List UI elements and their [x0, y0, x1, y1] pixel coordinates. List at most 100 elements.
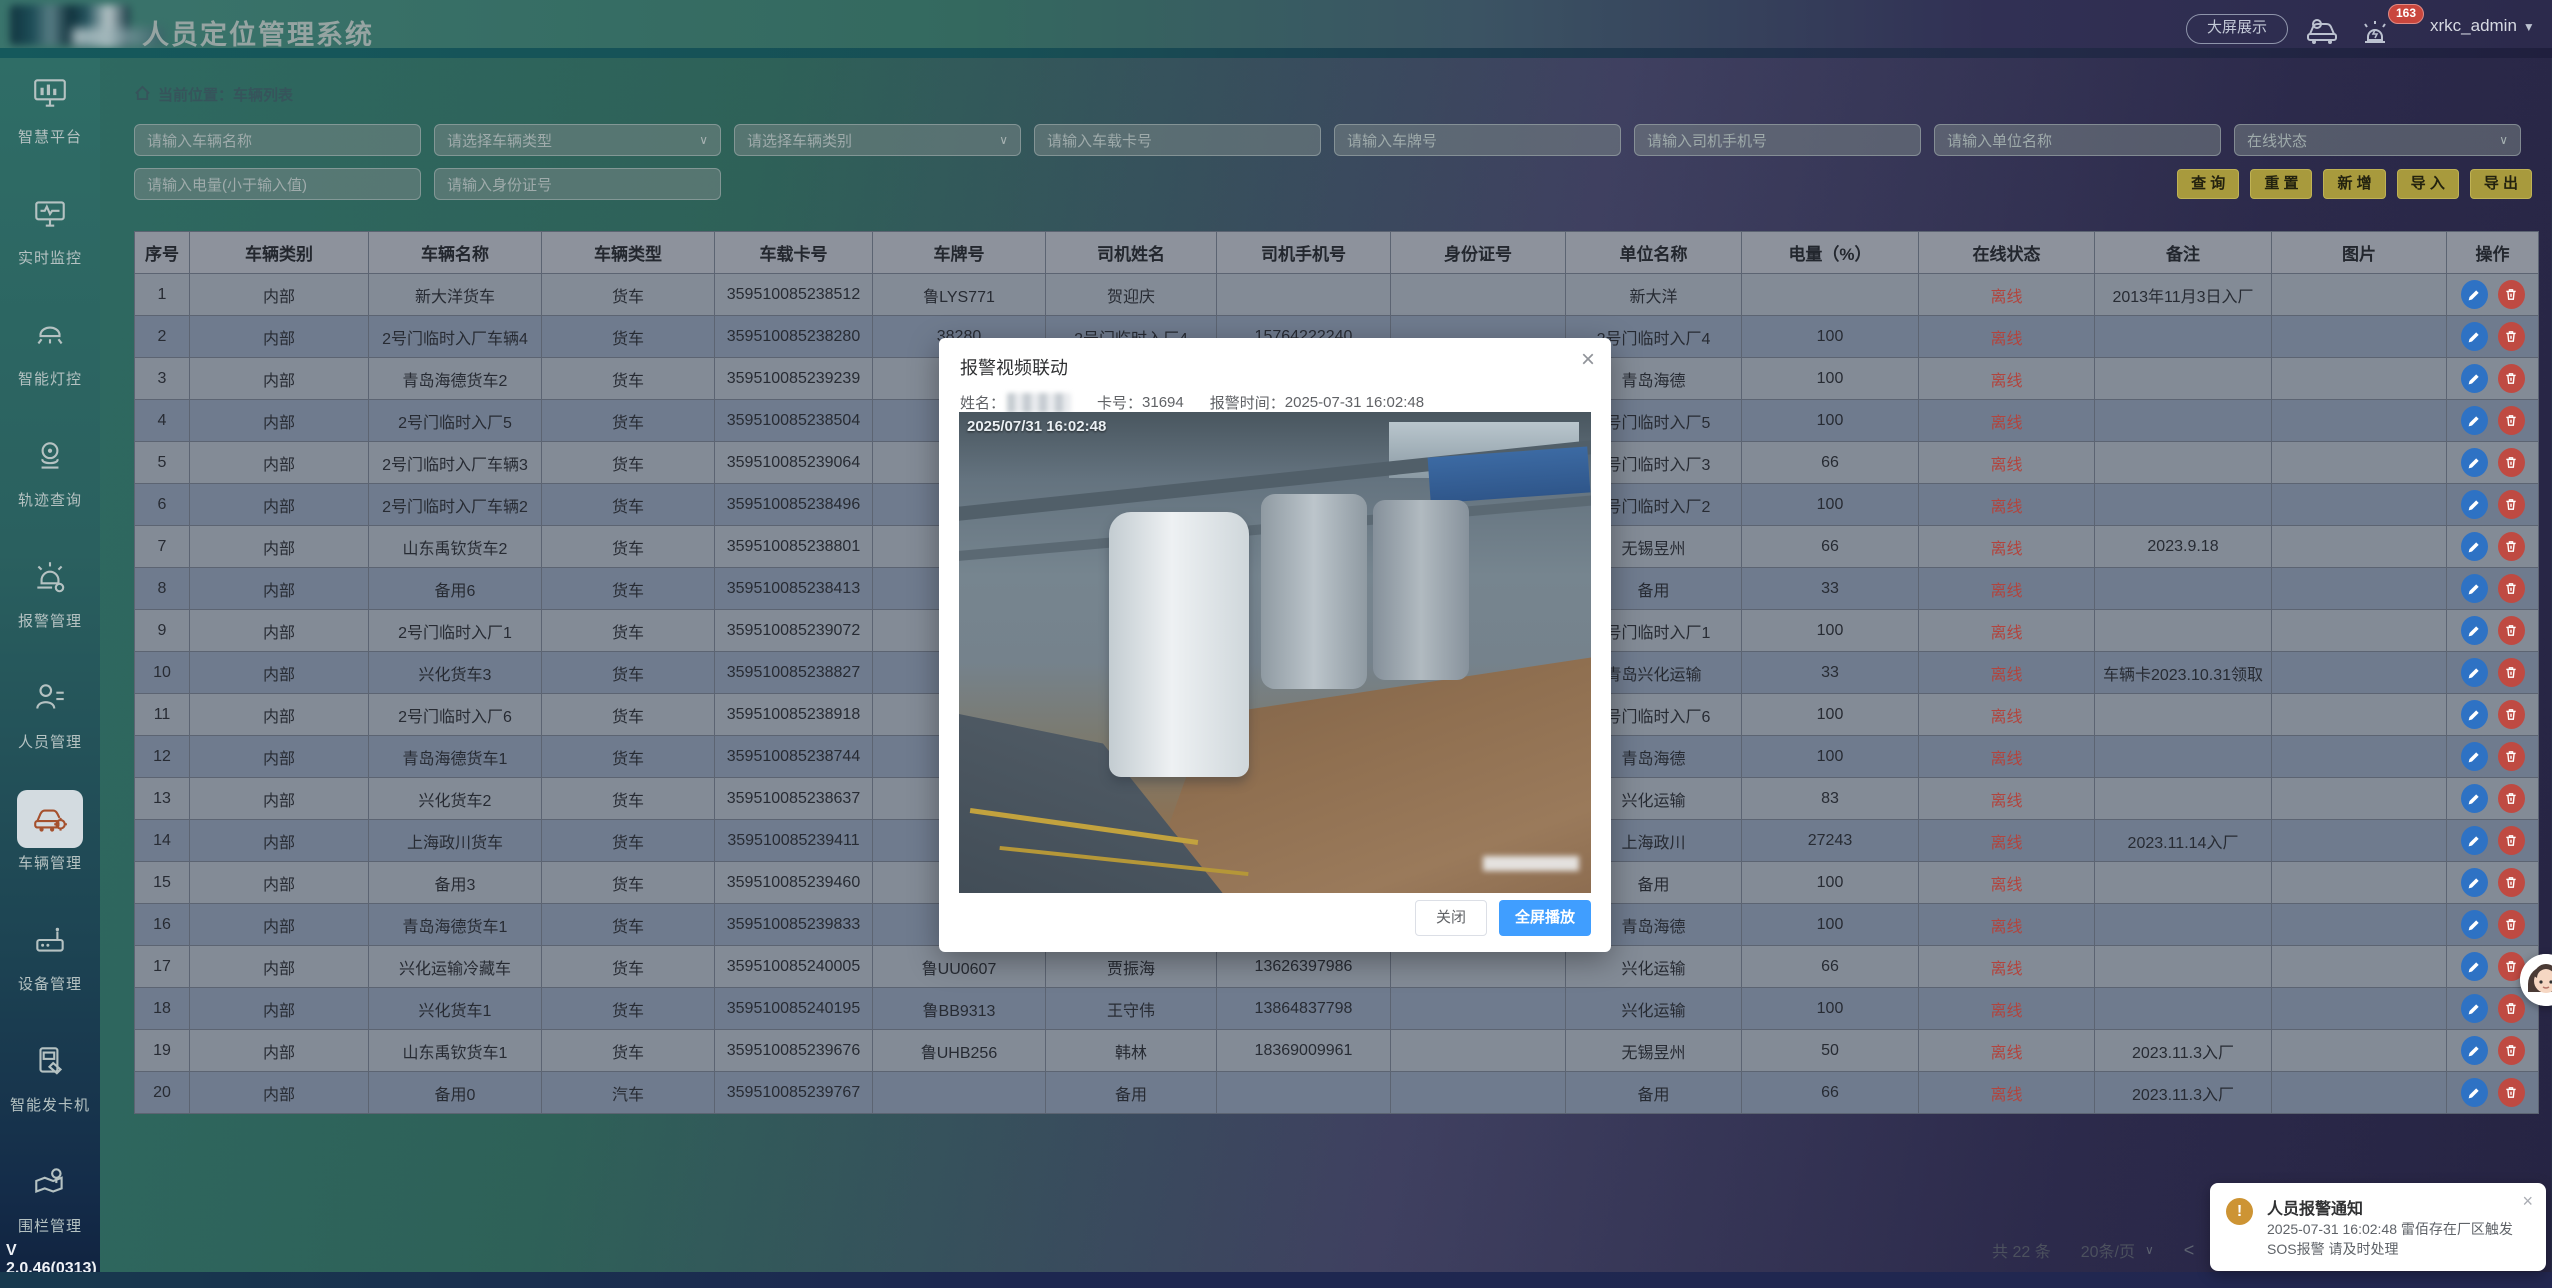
delete-button[interactable] — [2498, 1078, 2525, 1107]
trash-icon — [2504, 917, 2518, 932]
edit-button[interactable] — [2461, 742, 2488, 771]
filter-driver-phone-input[interactable]: 请输入司机手机号 — [1634, 124, 1921, 156]
trash-icon — [2504, 413, 2518, 428]
add-button[interactable]: 新 增 — [2323, 169, 2385, 199]
filter-online-status-select[interactable]: 在线状态∨ — [2234, 124, 2521, 156]
delete-button[interactable] — [2498, 574, 2525, 603]
cell: 鲁LYS771 — [873, 274, 1046, 316]
delete-button[interactable] — [2498, 868, 2525, 897]
edit-button[interactable] — [2461, 322, 2488, 351]
delete-button[interactable] — [2498, 490, 2525, 519]
vehicle-monitor-icon[interactable] — [2304, 17, 2342, 50]
query-button[interactable]: 查 询 — [2177, 169, 2239, 199]
delete-button[interactable] — [2498, 532, 2525, 561]
delete-button[interactable] — [2498, 994, 2525, 1023]
delete-button[interactable] — [2498, 742, 2525, 771]
delete-button[interactable] — [2498, 364, 2525, 393]
cell: 100 — [1742, 988, 1919, 1030]
sidebar-item-light[interactable]: 智能灯控 — [0, 306, 100, 421]
edit-button[interactable] — [2461, 1036, 2488, 1065]
edit-button[interactable] — [2461, 994, 2488, 1023]
cell — [2272, 862, 2447, 904]
edit-button[interactable] — [2461, 784, 2488, 813]
close-icon[interactable]: × — [1581, 348, 1595, 372]
trash-icon — [2504, 1043, 2518, 1058]
cell: 备用 — [1566, 1072, 1742, 1114]
edit-button[interactable] — [2461, 616, 2488, 645]
filter-battery-input[interactable]: 请输入电量(小于输入值) — [134, 168, 421, 200]
delete-button[interactable] — [2498, 616, 2525, 645]
camera-video-frame[interactable]: 2025/07/31 16:02:48 — [959, 412, 1591, 893]
delete-button[interactable] — [2498, 406, 2525, 435]
cell: 66 — [1742, 946, 1919, 988]
edit-button[interactable] — [2461, 910, 2488, 939]
sidebar-item-device[interactable]: 设备管理 — [0, 911, 100, 1026]
cell: 内部 — [190, 652, 369, 694]
close-button[interactable]: 关闭 — [1415, 900, 1487, 936]
delete-button[interactable] — [2498, 1036, 2525, 1065]
sidebar-item-person[interactable]: 人员管理 — [0, 669, 100, 784]
edit-button[interactable] — [2461, 1078, 2488, 1107]
cell: 359510085238827 — [715, 652, 873, 694]
edit-button[interactable] — [2461, 406, 2488, 435]
edit-button[interactable] — [2461, 490, 2488, 519]
alarm-siren-icon[interactable] — [2360, 19, 2390, 50]
edit-button[interactable] — [2461, 658, 2488, 687]
close-icon[interactable]: × — [2522, 1191, 2533, 1212]
placeholder-text: 请选择车辆类型 — [447, 130, 552, 151]
cell — [2272, 358, 2447, 400]
edit-button[interactable] — [2461, 364, 2488, 393]
trash-icon — [2504, 875, 2518, 890]
header-divider-strip — [0, 48, 2552, 58]
filter-vehicle-category-select[interactable]: 请选择车辆类别∨ — [734, 124, 1021, 156]
cell: 27243 — [1742, 820, 1919, 862]
status-badge: 离线 — [1919, 400, 2095, 442]
edit-button[interactable] — [2461, 826, 2488, 855]
edit-button[interactable] — [2461, 448, 2488, 477]
edit-button[interactable] — [2461, 868, 2488, 897]
cell: 兴化运输 — [1566, 988, 1742, 1030]
column-header: 车辆名称 — [369, 232, 542, 274]
sidebar-item-platform[interactable]: 智慧平台 — [0, 64, 100, 179]
sidebar-item-track[interactable]: 轨迹查询 — [0, 427, 100, 542]
filter-id-card-input[interactable]: 请输入身份证号 — [434, 168, 721, 200]
delete-button[interactable] — [2498, 784, 2525, 813]
edit-button[interactable] — [2461, 952, 2488, 981]
edit-button[interactable] — [2461, 532, 2488, 561]
page-size-select[interactable]: 20条/页 ∨ — [2081, 1238, 2154, 1262]
export-button[interactable]: 导 出 — [2470, 169, 2532, 199]
edit-button[interactable] — [2461, 574, 2488, 603]
edit-button[interactable] — [2461, 700, 2488, 729]
delete-button[interactable] — [2498, 910, 2525, 939]
user-menu[interactable]: xrkc_admin▼ — [2430, 16, 2535, 36]
cell — [873, 1072, 1046, 1114]
delete-button[interactable] — [2498, 448, 2525, 477]
reset-button[interactable]: 重 置 — [2250, 169, 2312, 199]
delete-button[interactable] — [2498, 322, 2525, 351]
sidebar-item-realtime[interactable]: 实时监控 — [0, 185, 100, 300]
import-button[interactable]: 导 入 — [2397, 169, 2459, 199]
cell: 359510085239239 — [715, 358, 873, 400]
sidebar-item-card[interactable]: 智能发卡机 — [0, 1032, 100, 1147]
filter-plate-no-input[interactable]: 请输入车牌号 — [1334, 124, 1621, 156]
filter-org-name-input[interactable]: 请输入单位名称 — [1934, 124, 2221, 156]
fullscreen-play-button[interactable]: 全屏播放 — [1499, 900, 1591, 936]
sidebar-item-vehicle[interactable]: 车辆管理 — [0, 790, 100, 905]
big-screen-button[interactable]: 大屏展示 — [2186, 14, 2288, 44]
delete-button[interactable] — [2498, 826, 2525, 855]
delete-button[interactable] — [2498, 658, 2525, 687]
delete-button[interactable] — [2498, 700, 2525, 729]
edit-button[interactable] — [2461, 280, 2488, 309]
filter-vehicle-name-input[interactable]: 请输入车辆名称 — [134, 124, 421, 156]
filter-vehicle-type-select[interactable]: 请选择车辆类型∨ — [434, 124, 721, 156]
pencil-icon — [2467, 959, 2482, 974]
filter-card-no-input[interactable]: 请输入车载卡号 — [1034, 124, 1321, 156]
cell — [2272, 988, 2447, 1030]
status-badge: 离线 — [1919, 946, 2095, 988]
sidebar-item-alarm[interactable]: 报警管理 — [0, 548, 100, 663]
cell — [2272, 484, 2447, 526]
prev-page-button[interactable]: < — [2184, 1240, 2195, 1261]
pencil-icon — [2467, 371, 2482, 386]
cell: 货车 — [542, 400, 715, 442]
delete-button[interactable] — [2498, 280, 2525, 309]
